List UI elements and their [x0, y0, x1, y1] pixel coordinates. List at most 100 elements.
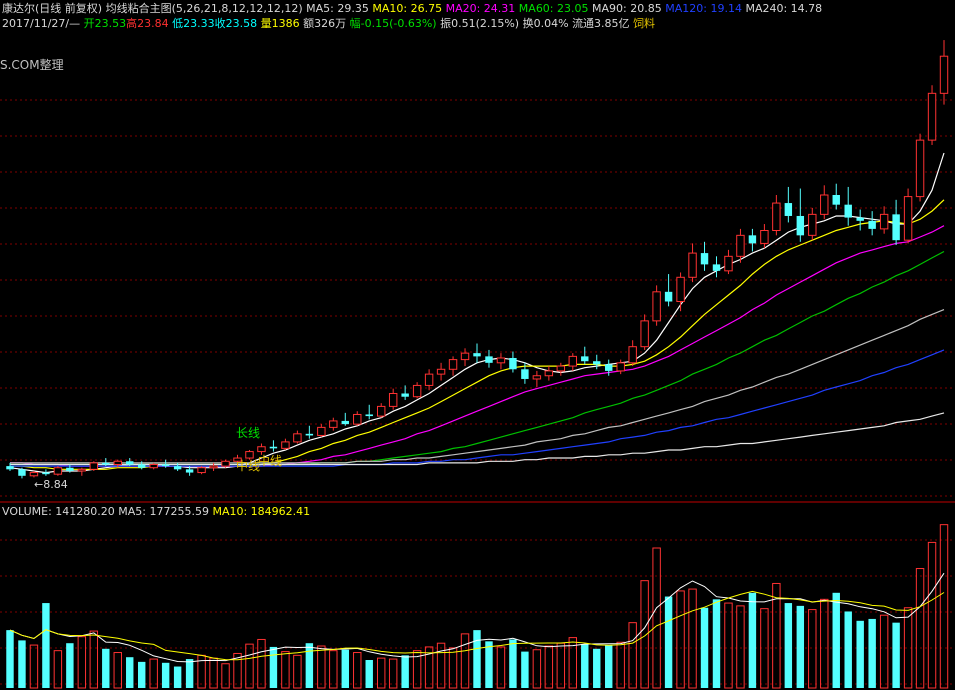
volume-bar: [126, 657, 134, 688]
volume-bar: [305, 643, 314, 688]
volume-bar: [796, 605, 805, 688]
candle-body: [903, 196, 913, 241]
candle-body: [137, 464, 146, 468]
candle-body: [18, 469, 26, 476]
volume-bar: [29, 644, 39, 689]
candlestick-chart[interactable]: 长线 中线 中线 ←8.84: [0, 0, 955, 690]
candle-body: [401, 393, 409, 397]
ma5-line: [9, 152, 945, 474]
volume-bar: [856, 620, 864, 688]
volume-bar: [628, 622, 637, 689]
volume-bar: [556, 642, 566, 689]
volume-bar: [42, 603, 50, 688]
volume-bar: [784, 603, 793, 688]
volume-bar: [173, 666, 182, 688]
candle-body: [173, 466, 182, 470]
volume-bar: [473, 630, 481, 688]
candle-body: [915, 139, 925, 198]
candle-body: [412, 384, 422, 398]
ma10-line: [10, 199, 945, 470]
volume-bar: [293, 654, 302, 689]
volume-bar: [329, 650, 338, 689]
volume-bar: [616, 641, 625, 689]
candle-body: [868, 220, 876, 229]
candle-body: [245, 451, 254, 459]
candle-body: [89, 462, 99, 470]
volume-bar: [832, 592, 840, 688]
volume-bar: [593, 648, 601, 688]
candle-body: [724, 255, 733, 272]
candle-body: [485, 356, 493, 363]
mid-line-label-2: 中线: [258, 453, 282, 468]
volume-bar: [496, 646, 506, 689]
volume-bar: [748, 592, 757, 688]
candle-body: [197, 467, 206, 474]
candle-body: [628, 346, 637, 364]
candle-body: [796, 215, 805, 236]
volume-bar: [808, 609, 817, 689]
volume-bars: [6, 524, 949, 689]
candle-body: [42, 472, 50, 475]
candle-body: [856, 217, 864, 221]
volume-bar: [521, 651, 529, 688]
candle-body: [879, 213, 889, 230]
candle-body: [353, 413, 362, 425]
candle-body: [424, 373, 434, 386]
candles: [6, 40, 949, 479]
candle-body: [532, 375, 542, 380]
volume-bar: [581, 644, 589, 688]
candle-body: [365, 414, 373, 417]
candle-body: [772, 202, 781, 231]
volume-bar: [664, 596, 673, 688]
mid-line-label-1: 中线: [236, 458, 260, 473]
candle-body: [221, 460, 230, 467]
candle-body: [209, 465, 218, 469]
candle-body: [161, 464, 170, 467]
volume-bar: [509, 639, 517, 688]
volume-bar: [281, 651, 290, 689]
candle-body: [808, 213, 817, 236]
candle-body: [556, 365, 566, 372]
volume-bar: [53, 650, 63, 689]
volume-bar: [6, 630, 14, 688]
candle-body: [521, 369, 529, 379]
candle-body: [676, 276, 685, 303]
volume-bar: [365, 660, 373, 688]
volume-bar: [448, 647, 458, 689]
candle-body: [257, 446, 266, 453]
candle-body: [712, 264, 721, 271]
volume-bar: [724, 602, 733, 689]
candle-body: [317, 426, 326, 436]
ma90-line: [10, 309, 945, 464]
volume-bar: [544, 645, 554, 689]
ma240-line: [10, 412, 945, 466]
candle-body: [460, 352, 470, 361]
volume-bar: [844, 611, 852, 688]
volume-bar: [939, 524, 949, 689]
volume-bar: [688, 588, 697, 689]
volume-bar: [77, 636, 87, 689]
volume-bar: [820, 598, 829, 689]
volume-bar: [915, 568, 925, 689]
candle-body: [939, 55, 949, 94]
candle-body: [784, 203, 793, 216]
volume-bar: [341, 649, 349, 688]
candle-body: [927, 92, 937, 141]
volume-bar: [892, 622, 900, 688]
low-price-marker: ←8.84: [34, 478, 68, 491]
volume-bar: [317, 645, 326, 689]
candle-body: [652, 291, 661, 322]
candle-body: [760, 229, 769, 244]
volume-bar: [113, 652, 122, 689]
candle-body: [832, 194, 840, 205]
candle-body: [544, 370, 554, 377]
volume-bar: [676, 590, 685, 689]
candle-body: [66, 467, 74, 471]
candle-body: [149, 463, 158, 469]
candle-body: [509, 357, 517, 370]
volume-bar: [736, 605, 745, 689]
candle-body: [473, 353, 481, 357]
candle-body: [436, 368, 446, 375]
volume-bar: [652, 547, 661, 689]
volume-bar: [532, 649, 542, 689]
